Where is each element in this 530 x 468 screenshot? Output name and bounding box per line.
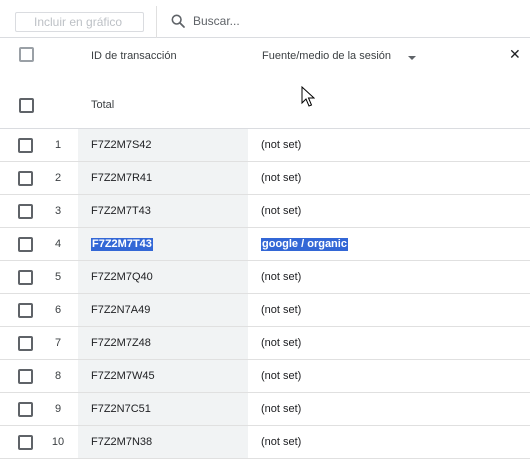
column-header-session-source-medium[interactable]: Fuente/medio de la sesión <box>262 50 391 62</box>
transaction-id-cell: F7Z2M7T43 <box>91 205 151 217</box>
transaction-id-cell: F7Z2M7S42 <box>91 139 152 151</box>
toolbar-divider <box>156 6 157 38</box>
source-medium-cell: (not set) <box>261 436 302 448</box>
row-index: 6 <box>54 304 62 316</box>
table-toolbar: Incluir en gráfico <box>0 0 530 38</box>
source-medium-cell: (not set) <box>261 205 302 217</box>
dimension-dropdown-icon[interactable] <box>408 56 416 60</box>
table-row[interactable]: 8 F7Z2M7W45 (not set) <box>0 360 530 393</box>
row-index: 5 <box>54 271 62 283</box>
row-checkbox[interactable] <box>18 237 33 252</box>
table-row[interactable]: 4 F7Z2M7T43 google / organic <box>0 228 530 261</box>
row-checkbox[interactable] <box>18 336 33 351</box>
transaction-id-cell: F7Z2M7Z48 <box>91 337 151 349</box>
row-checkbox[interactable] <box>18 270 33 285</box>
source-medium-cell: (not set) <box>261 139 302 151</box>
column-header-transaction-id[interactable]: ID de transacción <box>91 50 177 62</box>
total-row-checkbox[interactable] <box>19 98 34 113</box>
row-checkbox[interactable] <box>18 435 33 450</box>
source-medium-cell: (not set) <box>261 337 302 349</box>
transaction-id-cell: F7Z2N7C51 <box>91 403 151 415</box>
source-medium-cell: (not set) <box>261 370 302 382</box>
row-index: 1 <box>54 139 62 151</box>
row-index: 4 <box>54 238 62 250</box>
select-all-checkbox[interactable] <box>19 47 34 62</box>
row-checkbox[interactable] <box>18 204 33 219</box>
source-medium-cell: google / organic <box>261 238 348 251</box>
table-row[interactable]: 7 F7Z2M7Z48 (not set) <box>0 327 530 360</box>
table-body: 1 F7Z2M7S42 (not set) 2 F7Z2M7R41 (not set) 3 F… <box>0 129 530 459</box>
total-label: Total <box>91 99 115 111</box>
row-index: 3 <box>54 205 62 217</box>
row-index: 8 <box>54 370 62 382</box>
table-row[interactable]: 6 F7Z2N7A49 (not set) <box>0 294 530 327</box>
transaction-id-cell: F7Z2M7W45 <box>91 370 155 382</box>
transaction-id-cell: F7Z2N7A49 <box>91 304 151 316</box>
source-medium-cell: (not set) <box>261 271 302 283</box>
table-row[interactable]: 9 F7Z2N7C51 (not set) <box>0 393 530 426</box>
row-index: 9 <box>54 403 62 415</box>
table-row[interactable]: 2 F7Z2M7R41 (not set) <box>0 162 530 195</box>
search-input[interactable] <box>193 13 493 29</box>
mouse-pointer-icon <box>301 86 315 107</box>
transaction-id-cell: F7Z2M7T43 <box>91 238 153 251</box>
source-medium-cell: (not set) <box>261 403 302 415</box>
include-in-chart-button[interactable]: Incluir en gráfico <box>15 12 144 32</box>
table-header: ID de transacción Fuente/medio de la ses… <box>0 38 530 129</box>
row-checkbox[interactable] <box>18 369 33 384</box>
row-checkbox[interactable] <box>18 171 33 186</box>
row-index: 2 <box>54 172 62 184</box>
transaction-id-cell: F7Z2M7Q40 <box>91 271 153 283</box>
transaction-id-cell: F7Z2M7R41 <box>91 172 153 184</box>
row-index: 10 <box>51 436 65 448</box>
row-checkbox[interactable] <box>18 402 33 417</box>
table-row[interactable]: 5 F7Z2M7Q40 (not set) <box>0 261 530 294</box>
table-row[interactable]: 1 F7Z2M7S42 (not set) <box>0 129 530 162</box>
table-row[interactable]: 3 F7Z2M7T43 (not set) <box>0 195 530 228</box>
row-index: 7 <box>54 337 62 349</box>
remove-dimension-close-icon[interactable]: ✕ <box>509 47 521 61</box>
source-medium-cell: (not set) <box>261 304 302 316</box>
row-checkbox[interactable] <box>18 138 33 153</box>
source-medium-cell: (not set) <box>261 172 302 184</box>
row-checkbox[interactable] <box>18 303 33 318</box>
search-icon[interactable] <box>170 13 186 29</box>
transaction-id-cell: F7Z2M7N38 <box>91 436 153 448</box>
table-row[interactable]: 10 F7Z2M7N38 (not set) <box>0 426 530 459</box>
